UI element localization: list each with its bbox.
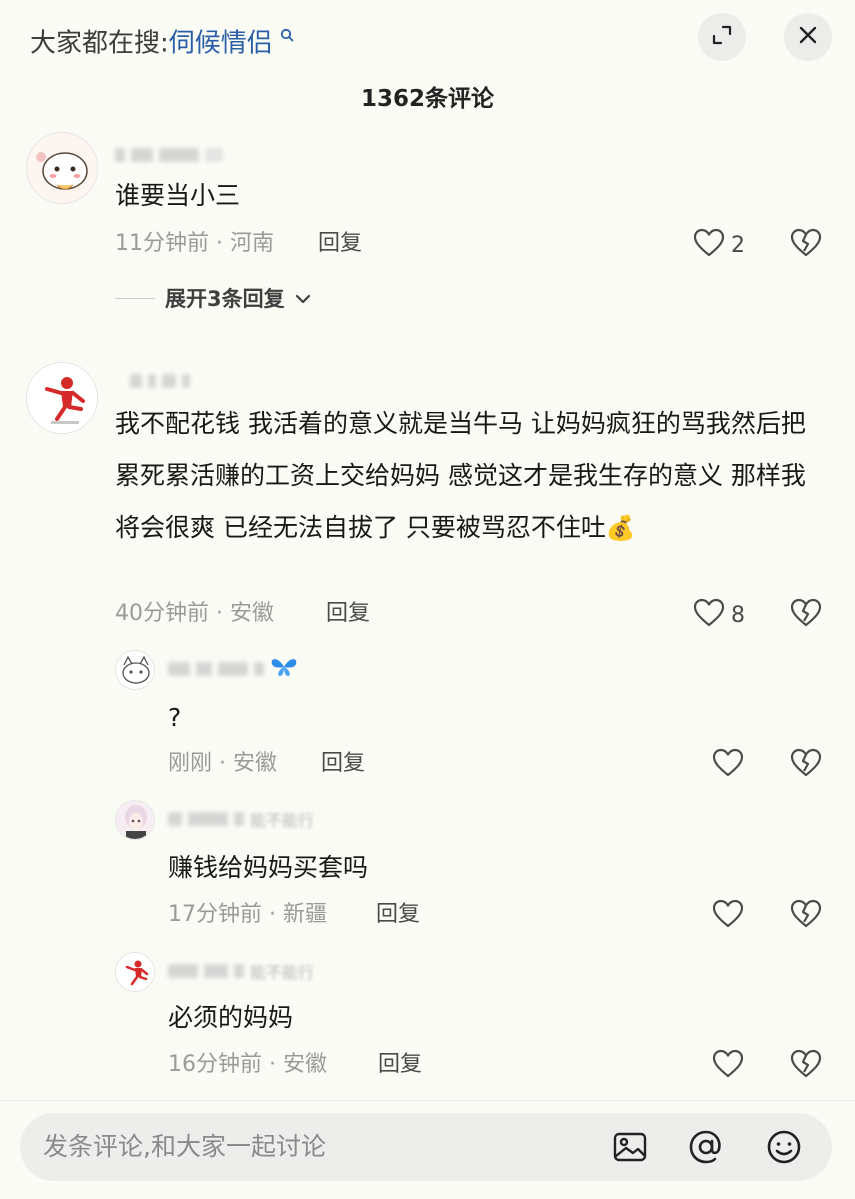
close-button[interactable] <box>784 13 832 61</box>
top-bar: 大家都在搜:伺候情侣 <box>0 0 855 75</box>
search-suggestion[interactable]: 大家都在搜:伺候情侣 <box>30 18 294 63</box>
close-icon <box>796 23 820 51</box>
expand-replies-label: 展开3条回复 <box>165 287 285 311</box>
broken-heart-icon <box>790 748 822 782</box>
comment-text: 我不配花钱 我活着的意义就是当牛马 让妈妈疯狂的骂我然后把累死累活赚的工资上交给… <box>115 398 827 554</box>
emoji-icon[interactable] <box>766 1129 802 1165</box>
commenter-nickname[interactable] <box>115 144 223 166</box>
reply-button[interactable]: 回复 <box>321 748 365 780</box>
comment-input-placeholder: 发条评论,和大家一起讨论 <box>43 1132 326 1161</box>
reply-time-location: 16分钟前 · 安徽 <box>168 1052 327 1077</box>
image-icon[interactable] <box>612 1129 648 1165</box>
comment-time-location: 40分钟前 · 安徽 <box>115 601 274 626</box>
avatar[interactable] <box>115 800 155 840</box>
heart-icon <box>712 748 744 782</box>
reply-time-location: 刚刚 · 安徽 <box>168 751 277 776</box>
heart-icon <box>712 899 744 933</box>
comment-time-location: 11分钟前 · 河南 <box>115 231 274 256</box>
reply-text: 必须的妈妈 <box>168 1003 294 1032</box>
search-suggestion-term[interactable]: 伺候情侣 <box>169 29 273 59</box>
butterfly-emoji-icon <box>270 656 298 682</box>
reply-nickname[interactable]: 能不能行 <box>168 960 314 982</box>
like-button[interactable]: 8 <box>693 598 745 632</box>
reply-nickname-fragment: 能不能行 <box>250 811 315 830</box>
reply-nickname-fragment: 能不能行 <box>250 963 315 982</box>
broken-heart-icon <box>790 899 822 933</box>
money-bag-emoji: 💰 <box>605 514 636 542</box>
expand-icon <box>710 23 734 51</box>
expand-fullscreen-button[interactable] <box>698 13 746 61</box>
expand-replies-button[interactable]: 展开3条回复 <box>115 283 311 313</box>
dislike-button[interactable] <box>790 228 822 262</box>
broken-heart-icon <box>790 1049 822 1083</box>
avatar[interactable] <box>26 132 98 204</box>
like-button[interactable]: 2 <box>693 228 745 262</box>
comment-text-body: 我不配花钱 我活着的意义就是当牛马 让妈妈疯狂的骂我然后把累死累活赚的工资上交给… <box>115 409 806 542</box>
like-button[interactable] <box>712 748 744 782</box>
like-count: 2 <box>731 232 745 258</box>
broken-heart-icon <box>790 598 822 632</box>
dislike-button[interactable] <box>790 598 822 632</box>
like-button[interactable] <box>712 899 744 933</box>
like-button[interactable] <box>712 1049 744 1083</box>
comment-input[interactable]: 发条评论,和大家一起讨论 <box>20 1113 832 1181</box>
heart-icon <box>693 228 725 262</box>
reply-button[interactable]: 回复 <box>378 1049 422 1081</box>
like-count: 8 <box>731 602 745 628</box>
commenter-nickname[interactable] <box>130 370 190 392</box>
comment-count-title: 1362条评论 <box>360 86 494 112</box>
at-icon[interactable] <box>688 1129 724 1165</box>
dislike-button[interactable] <box>790 899 822 933</box>
expand-divider <box>115 297 155 299</box>
avatar[interactable] <box>115 952 155 992</box>
comment-composer-bar: 发条评论,和大家一起讨论 <box>0 1100 855 1199</box>
search-suggestion-prefix: 大家都在搜: <box>30 28 169 59</box>
reply-button[interactable]: 回复 <box>326 598 370 630</box>
reply-nickname[interactable]: 能不能行 <box>168 808 314 830</box>
dislike-button[interactable] <box>790 1049 822 1083</box>
broken-heart-icon <box>790 228 822 262</box>
reply-nickname[interactable] <box>168 658 298 680</box>
dislike-button[interactable] <box>790 748 822 782</box>
search-icon <box>275 28 294 46</box>
comment-text: 谁要当小三 <box>115 181 241 210</box>
avatar[interactable] <box>115 650 155 690</box>
reply-button[interactable]: 回复 <box>318 228 362 260</box>
heart-icon <box>712 1049 744 1083</box>
chevron-down-icon <box>295 286 311 310</box>
reply-button[interactable]: 回复 <box>376 899 420 931</box>
reply-text: 赚钱给妈妈买套吗 <box>168 853 369 882</box>
avatar[interactable] <box>26 362 98 434</box>
reply-time-location: 17分钟前 · 新疆 <box>168 902 327 927</box>
heart-icon <box>693 598 725 632</box>
reply-text: ? <box>168 703 182 732</box>
